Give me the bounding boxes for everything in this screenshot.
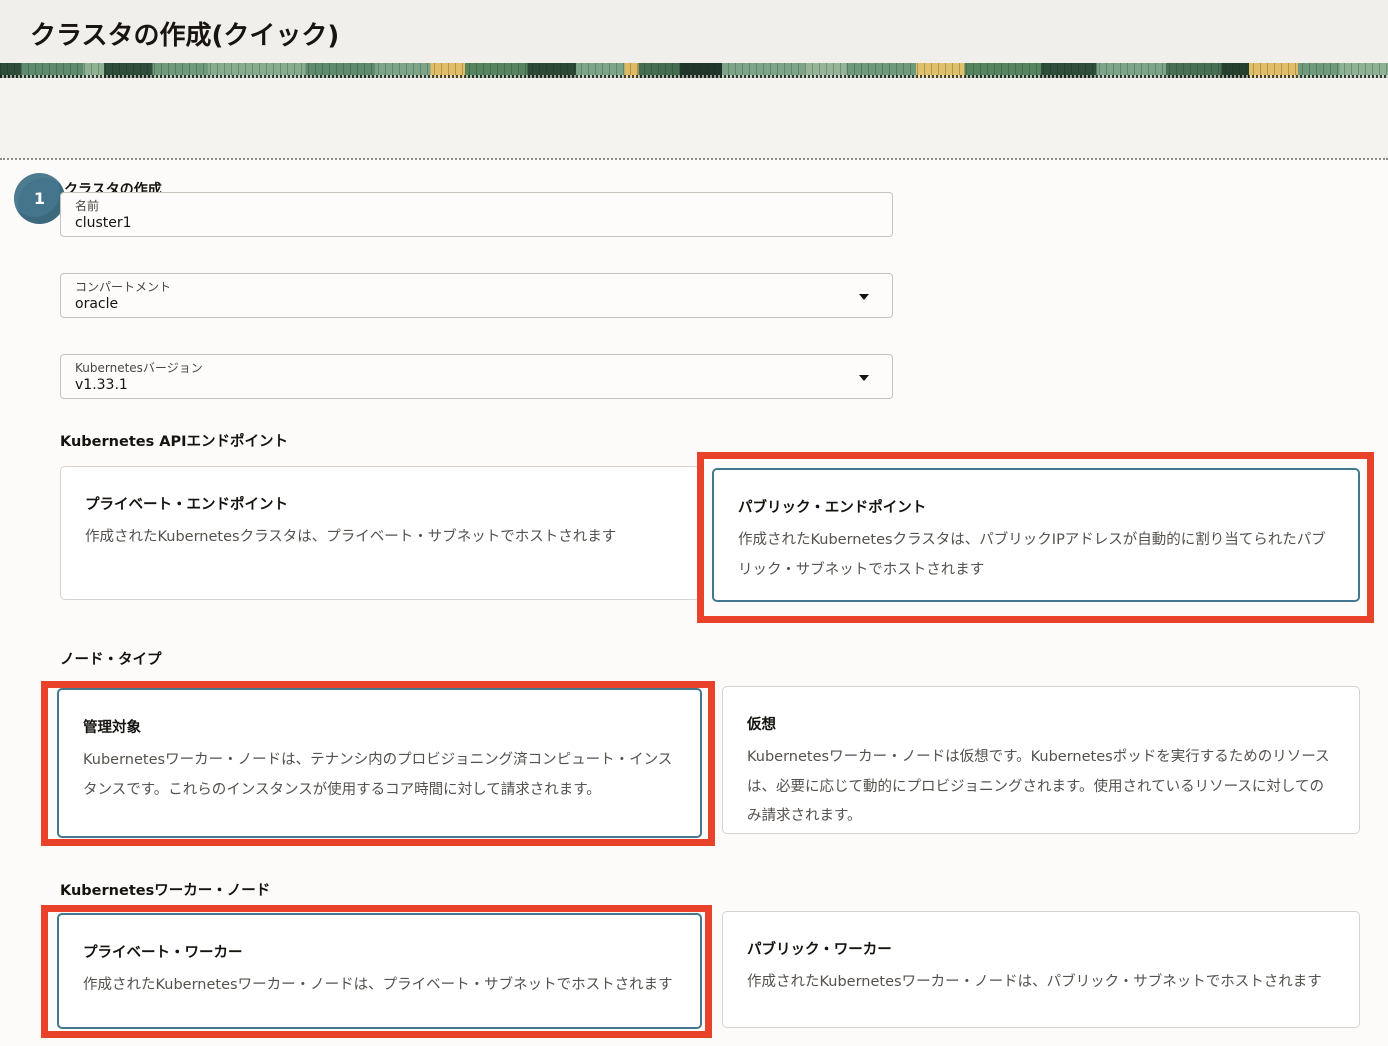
option-card-description: Kubernetesワーカー・ノードは、テナンシ内のプロビジョニング済コンピュー… [83, 746, 676, 805]
option-card-title: プライベート・ワーカー [83, 941, 676, 962]
cluster-create-page: クラスタの作成(クイック) 1 クラスタの作成 必須 名前 cluster1 コ… [0, 0, 1388, 1046]
section-heading-node-type: ノード・タイプ [60, 648, 162, 669]
option-card-title: 仮想 [747, 713, 1335, 734]
option-card-description: 作成されたKubernetesクラスタは、パブリックIPアドレスが自動的に割り当… [738, 526, 1334, 585]
kubernetes-version-select[interactable]: Kubernetesバージョン v1.33.1 [60, 354, 893, 399]
step-number: 1 [34, 189, 45, 208]
section-divider [0, 158, 1388, 160]
compartment-label: コンパートメント [75, 279, 878, 295]
option-card-private-workers[interactable]: プライベート・ワーカー 作成されたKubernetesワーカー・ノードは、プライ… [57, 913, 702, 1029]
page-header: クラスタの作成(クイック) [0, 0, 1388, 63]
option-card-title: 管理対象 [83, 716, 676, 737]
kubernetes-version-label: Kubernetesバージョン [75, 360, 878, 376]
option-card-title: パブリック・ワーカー [747, 938, 1335, 959]
option-card-virtual[interactable]: 仮想 Kubernetesワーカー・ノードは仮想です。Kubernetesポッド… [722, 686, 1360, 834]
kubernetes-version-value: v1.33.1 [75, 376, 878, 394]
step-number-badge: 1 [14, 173, 65, 224]
section-heading-worker-nodes: Kubernetesワーカー・ノード [60, 879, 270, 900]
cluster-name-value: cluster1 [75, 214, 878, 232]
compartment-value: oracle [75, 295, 878, 313]
chevron-down-icon [859, 375, 869, 381]
decorative-banner-strip [0, 63, 1388, 78]
wizard-step-band: 1 クラスタの作成 必須 [0, 78, 1388, 159]
option-card-title: パブリック・エンドポイント [738, 496, 1334, 517]
page-title: クラスタの作成(クイック) [30, 15, 339, 52]
option-card-description: 作成されたKubernetesクラスタは、プライベート・サブネットでホストされま… [85, 523, 675, 553]
option-card-description: Kubernetesワーカー・ノードは仮想です。Kubernetesポッドを実行… [747, 743, 1335, 832]
option-card-managed[interactable]: 管理対象 Kubernetesワーカー・ノードは、テナンシ内のプロビジョニング済… [57, 688, 702, 838]
section-heading-api-endpoint: Kubernetes APIエンドポイント [60, 430, 288, 451]
option-card-description: 作成されたKubernetesワーカー・ノードは、パブリック・サブネットでホスト… [747, 968, 1335, 998]
option-card-private-endpoint[interactable]: プライベート・エンドポイント 作成されたKubernetesクラスタは、プライベ… [60, 466, 700, 600]
compartment-select[interactable]: コンパートメント oracle [60, 273, 893, 318]
option-card-title: プライベート・エンドポイント [85, 493, 675, 514]
option-card-public-endpoint[interactable]: パブリック・エンドポイント 作成されたKubernetesクラスタは、パブリック… [712, 468, 1360, 602]
cluster-name-input[interactable]: 名前 cluster1 [60, 192, 893, 237]
option-card-description: 作成されたKubernetesワーカー・ノードは、プライベート・サブネットでホス… [83, 971, 676, 1001]
option-card-public-workers[interactable]: パブリック・ワーカー 作成されたKubernetesワーカー・ノードは、パブリッ… [722, 911, 1360, 1028]
cluster-name-label: 名前 [75, 198, 878, 214]
chevron-down-icon [859, 294, 869, 300]
